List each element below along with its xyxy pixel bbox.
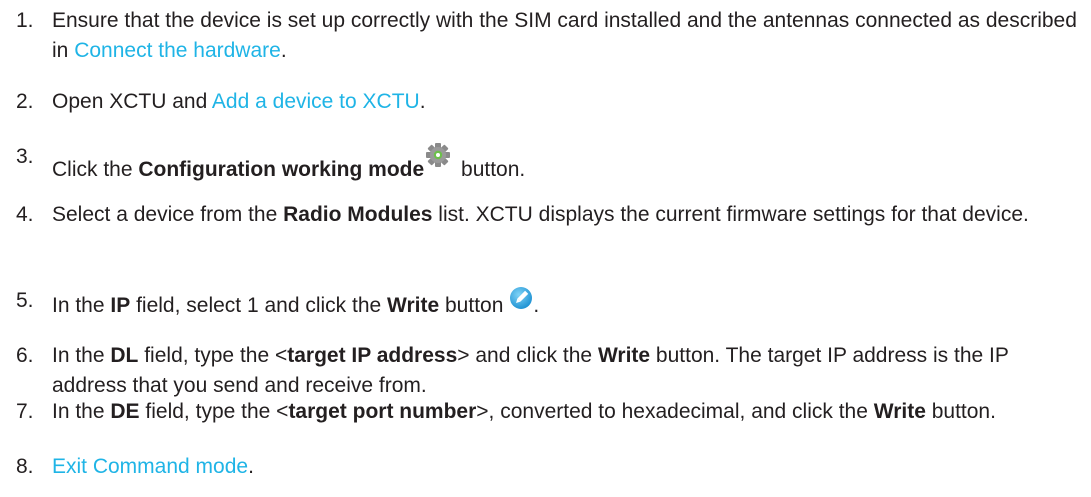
step-text-segment: . bbox=[280, 39, 287, 62]
step-text: In the DE field, type the <target port n… bbox=[52, 397, 1086, 427]
connect-the-hardware-link[interactable]: Connect the hardware bbox=[74, 39, 281, 62]
step-text: Open XCTU and Add a device to XCTU. bbox=[52, 87, 1086, 117]
write-label: Write bbox=[597, 344, 651, 367]
step-number: 1. bbox=[16, 9, 34, 32]
step-4: 4. Select a device from the Radio Module… bbox=[16, 200, 1086, 230]
step-text-segment: Open XCTU and bbox=[52, 90, 212, 113]
configuration-working-mode-label: Configuration working mode bbox=[138, 158, 425, 181]
step-text-segment: . bbox=[533, 294, 540, 317]
step-7: 7. In the DE field, type the <target por… bbox=[16, 397, 1086, 427]
target-ip-address-label: target IP address bbox=[287, 344, 458, 367]
step-8: 8. Exit Command mode. bbox=[16, 452, 1086, 482]
write-label: Write bbox=[387, 294, 440, 317]
radio-modules-label: Radio Modules bbox=[283, 203, 433, 226]
step-number: 6. bbox=[16, 344, 34, 367]
step-text-segment: . bbox=[248, 455, 254, 478]
step-text-segment: list. XCTU displays the current firmware… bbox=[432, 203, 1029, 226]
step-number: 4. bbox=[16, 203, 34, 226]
step-3: 3. Click the Configuration working mode bbox=[16, 142, 1086, 185]
step-text-segment: Select a device from the bbox=[52, 203, 284, 226]
step-text-segment: >, converted to hexadecimal, and click t… bbox=[476, 400, 874, 423]
step-text-segment: field, type the < bbox=[139, 400, 289, 423]
add-device-to-xctu-link[interactable]: Add a device to XCTU bbox=[212, 90, 420, 113]
write-pencil-icon[interactable] bbox=[509, 286, 533, 310]
step-2: 2. Open XCTU and Add a device to XCTU. bbox=[16, 87, 1086, 117]
de-field-label: DE bbox=[110, 400, 140, 423]
configuration-gear-icon[interactable] bbox=[425, 142, 451, 168]
write-label: Write bbox=[873, 400, 926, 423]
dl-field-label: DL bbox=[110, 344, 139, 367]
step-text-segment: button. bbox=[455, 158, 526, 181]
step-text: Select a device from the Radio Modules l… bbox=[52, 200, 1086, 230]
step-number: 5. bbox=[16, 289, 34, 312]
step-text-segment: field, type the < bbox=[138, 344, 288, 367]
step-number: 8. bbox=[16, 455, 34, 478]
step-text-segment: button. bbox=[925, 400, 996, 423]
step-text: In the IP field, select 1 and click the … bbox=[52, 286, 1086, 321]
step-text-segment: In the bbox=[52, 400, 111, 423]
step-text-segment: Click the bbox=[52, 158, 139, 181]
step-number: 3. bbox=[16, 145, 34, 168]
step-text-segment: > and click the bbox=[457, 344, 598, 367]
step-number: 2. bbox=[16, 90, 34, 113]
step-text: In the DL field, type the <target IP add… bbox=[52, 341, 1086, 401]
step-text: Ensure that the device is set up correct… bbox=[52, 6, 1086, 66]
step-1: 1. Ensure that the device is set up corr… bbox=[16, 6, 1086, 66]
step-5: 5. In the IP field, select 1 and click t… bbox=[16, 286, 1086, 321]
step-text-segment: field, select 1 and click the bbox=[130, 294, 388, 317]
step-text-segment: . bbox=[419, 90, 426, 113]
ip-field-label: IP bbox=[110, 294, 131, 317]
step-text-segment: In the bbox=[52, 294, 111, 317]
step-number: 7. bbox=[16, 400, 34, 423]
step-text-segment: In the bbox=[52, 344, 111, 367]
step-text-segment: button bbox=[439, 294, 504, 317]
target-port-number-label: target port number bbox=[288, 400, 477, 423]
step-text: Exit Command mode. bbox=[52, 452, 1086, 482]
step-6: 6. In the DL field, type the <target IP … bbox=[16, 341, 1086, 401]
step-text: Click the Configuration working mode but… bbox=[52, 142, 1086, 185]
exit-command-mode-link[interactable]: Exit Command mode bbox=[52, 455, 248, 478]
